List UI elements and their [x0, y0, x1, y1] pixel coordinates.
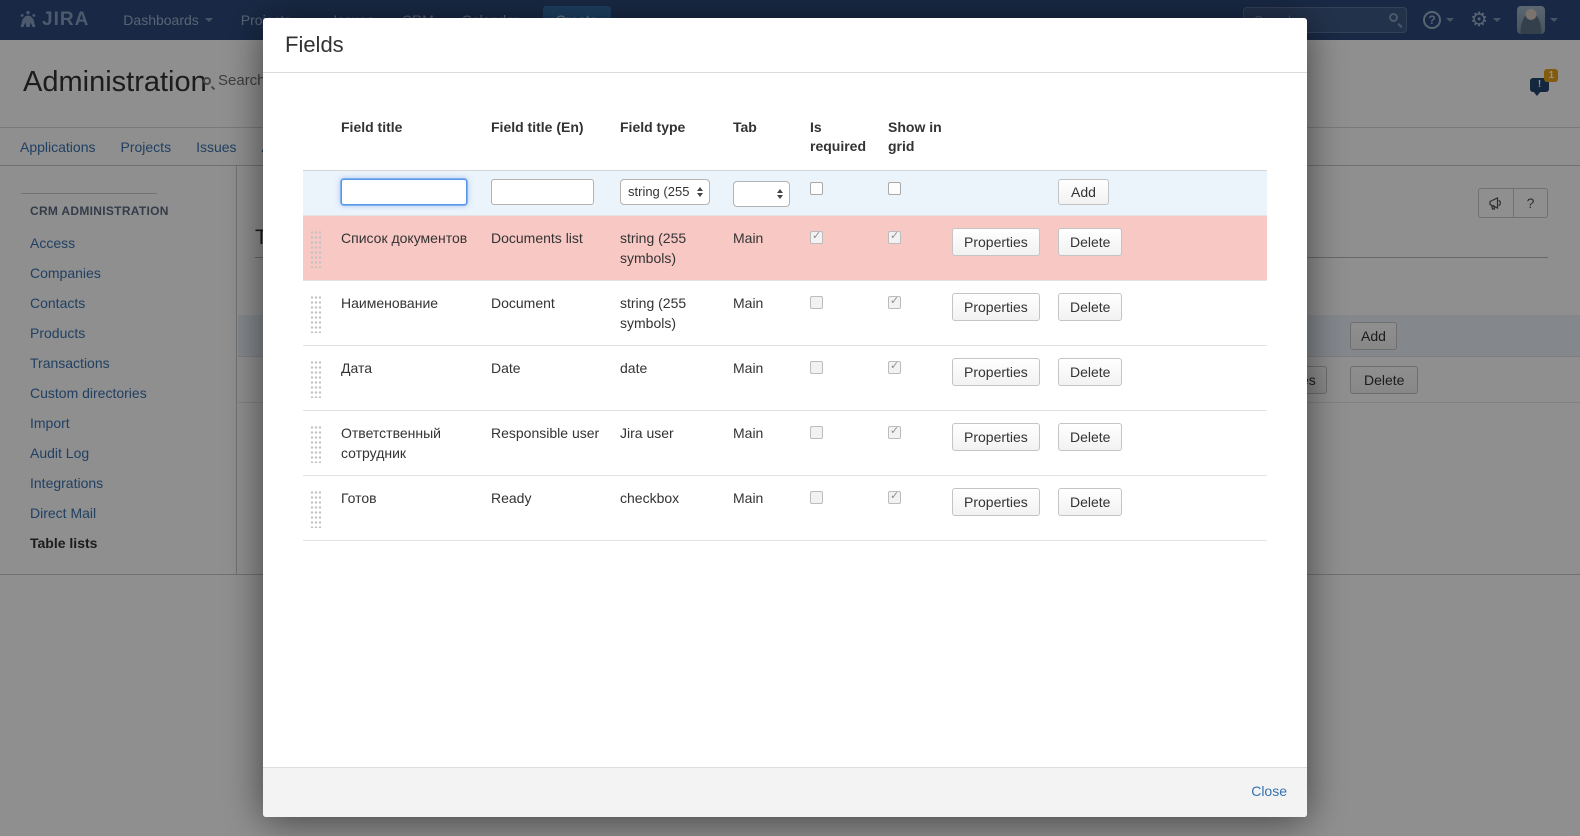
show-in-grid-checkbox: [888, 296, 901, 309]
field-row: Дата Date date Main Properties Delete: [303, 346, 1267, 411]
delete-button[interactable]: Delete: [1058, 228, 1122, 256]
field-type-cell: Jira user: [620, 411, 733, 476]
field-title-en-cell: Documents list: [491, 216, 620, 281]
modal-footer: Close: [263, 767, 1307, 817]
field-title-input[interactable]: [341, 179, 467, 205]
fields-table-header: Field title Field title (En) Field type …: [303, 118, 1267, 171]
column-header: Show in grid: [888, 118, 952, 171]
tab-cell: Main: [733, 216, 810, 281]
show-in-grid-checkbox[interactable]: [888, 182, 901, 195]
column-header: [952, 118, 1058, 171]
modal-title: Fields: [285, 32, 344, 58]
show-in-grid-checkbox: [888, 491, 901, 504]
delete-button[interactable]: Delete: [1058, 488, 1122, 516]
drag-handle[interactable]: [310, 425, 321, 463]
field-type-cell: date: [620, 346, 733, 411]
fields-table: Field title Field title (En) Field type …: [303, 118, 1267, 541]
field-title-cell: Ответственный сотрудник: [341, 411, 491, 476]
tab-cell: Main: [733, 281, 810, 346]
column-header: [1058, 118, 1267, 171]
column-header: Field title (En): [491, 118, 620, 171]
show-in-grid-checkbox: [888, 231, 901, 244]
is-required-checkbox: [810, 296, 823, 309]
field-row: Наименование Document string (255 symbol…: [303, 281, 1267, 346]
properties-button[interactable]: Properties: [952, 358, 1040, 386]
field-title-en-cell: Responsible user: [491, 411, 620, 476]
select-stepper-icon: [697, 187, 703, 197]
column-header: Is required: [810, 118, 888, 171]
is-required-checkbox[interactable]: [810, 182, 823, 195]
field-type-cell: string (255 symbols): [620, 216, 733, 281]
drag-handle[interactable]: [310, 360, 321, 398]
tab-select[interactable]: [733, 181, 790, 207]
column-header: Field type: [620, 118, 733, 171]
is-required-checkbox: [810, 231, 823, 244]
drag-handle[interactable]: [310, 490, 321, 528]
show-in-grid-checkbox: [888, 426, 901, 439]
field-title-en-input[interactable]: [491, 179, 594, 205]
column-header: Field title: [341, 118, 491, 171]
delete-button[interactable]: Delete: [1058, 293, 1122, 321]
modal-header: Fields: [263, 18, 1307, 73]
is-required-checkbox: [810, 361, 823, 374]
drag-handle[interactable]: [310, 230, 321, 268]
field-title-en-cell: Ready: [491, 476, 620, 541]
close-button[interactable]: Close: [1251, 783, 1287, 799]
modal-body: Field title Field title (En) Field type …: [263, 73, 1307, 541]
field-row: Ответственный сотрудник Responsible user…: [303, 411, 1267, 476]
tab-cell: Main: [733, 411, 810, 476]
drag-handle[interactable]: [310, 295, 321, 333]
field-title-cell: Готов: [341, 476, 491, 541]
delete-button[interactable]: Delete: [1058, 358, 1122, 386]
field-title-cell: Дата: [341, 346, 491, 411]
field-type-cell: string (255 symbols): [620, 281, 733, 346]
add-field-button[interactable]: Add: [1058, 179, 1109, 205]
field-row: Готов Ready checkbox Main Properties Del…: [303, 476, 1267, 541]
field-type-select[interactable]: string (255: [620, 179, 710, 205]
field-type-cell: checkbox: [620, 476, 733, 541]
is-required-checkbox: [810, 426, 823, 439]
field-title-cell: Список документов: [341, 216, 491, 281]
field-title-cell: Наименование: [341, 281, 491, 346]
properties-button[interactable]: Properties: [952, 228, 1040, 256]
tab-cell: Main: [733, 476, 810, 541]
field-row: Список документов Documents list string …: [303, 216, 1267, 281]
delete-button[interactable]: Delete: [1058, 423, 1122, 451]
is-required-checkbox: [810, 491, 823, 504]
column-header: Tab: [733, 118, 810, 171]
properties-button[interactable]: Properties: [952, 293, 1040, 321]
field-title-en-cell: Date: [491, 346, 620, 411]
new-field-row: string (255 Add: [303, 171, 1267, 216]
properties-button[interactable]: Properties: [952, 423, 1040, 451]
fields-modal: Fields Field title Field title (En) Fiel…: [263, 18, 1307, 817]
tab-cell: Main: [733, 346, 810, 411]
properties-button[interactable]: Properties: [952, 488, 1040, 516]
select-stepper-icon: [777, 189, 783, 199]
drag-column-header: [303, 118, 341, 171]
field-title-en-cell: Document: [491, 281, 620, 346]
show-in-grid-checkbox: [888, 361, 901, 374]
